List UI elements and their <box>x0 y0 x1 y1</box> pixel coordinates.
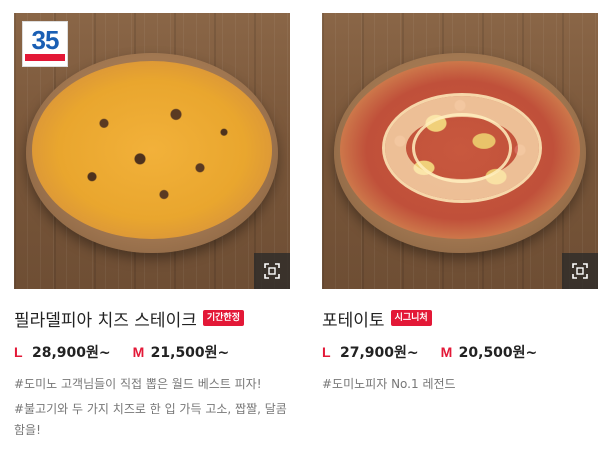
description-line: #도미노피자 No.1 레전드 <box>322 377 456 391</box>
expand-icon <box>572 263 588 279</box>
price-m: 20,500원~ <box>458 345 538 361</box>
size-label-m: M <box>132 344 145 360</box>
size-label-l: L <box>322 344 331 360</box>
size-label-m: M <box>440 344 453 360</box>
product-image[interactable] <box>322 13 598 289</box>
limited-time-badge: 기간한정 <box>202 310 244 326</box>
product-card-potato[interactable]: 포테이토 시그니처 L 27,900원~ M 20,500원~ #도미노피자 N… <box>322 13 598 399</box>
price-l: 28,900원~ <box>32 345 111 361</box>
price-row: L 27,900원~ M 20,500원~ <box>322 342 598 362</box>
badge-ribbon <box>25 54 65 61</box>
pizza-image <box>32 61 272 239</box>
size-label-l: L <box>14 344 23 360</box>
price-l: 27,900원~ <box>340 345 419 361</box>
zoom-button[interactable] <box>562 253 598 289</box>
description-line: #도미노 고객님들이 직접 뽑은 월드 베스트 피자! <box>14 377 262 391</box>
price-row: L 28,900원~ M 21,500원~ <box>14 342 290 362</box>
zoom-button[interactable] <box>254 253 290 289</box>
description-line: #불고기와 두 가지 치즈로 한 입 가득 고소, 짭짤, 달콤함을! <box>14 402 287 437</box>
product-name[interactable]: 포테이토 <box>322 306 385 331</box>
product-card-philly-cheese-steak[interactable]: 35 필라델피아 치즈 스테이크 기간한정 L 28,900원~ M 21,50… <box>14 13 290 445</box>
product-image[interactable]: 35 <box>14 13 290 289</box>
price-m: 21,500원~ <box>150 345 230 361</box>
product-description: #도미노 고객님들이 직접 뽑은 월드 베스트 피자! #불고기와 두 가지 치… <box>14 374 290 441</box>
anniversary-number: 35 <box>31 25 60 55</box>
expand-icon <box>264 263 280 279</box>
signature-badge: 시그니처 <box>390 310 432 326</box>
mayo-drizzle <box>412 113 512 183</box>
product-description: #도미노피자 No.1 레전드 <box>322 374 598 395</box>
anniversary-badge-logo: 35 <box>22 21 68 67</box>
product-name[interactable]: 필라델피아 치즈 스테이크 <box>14 306 197 331</box>
